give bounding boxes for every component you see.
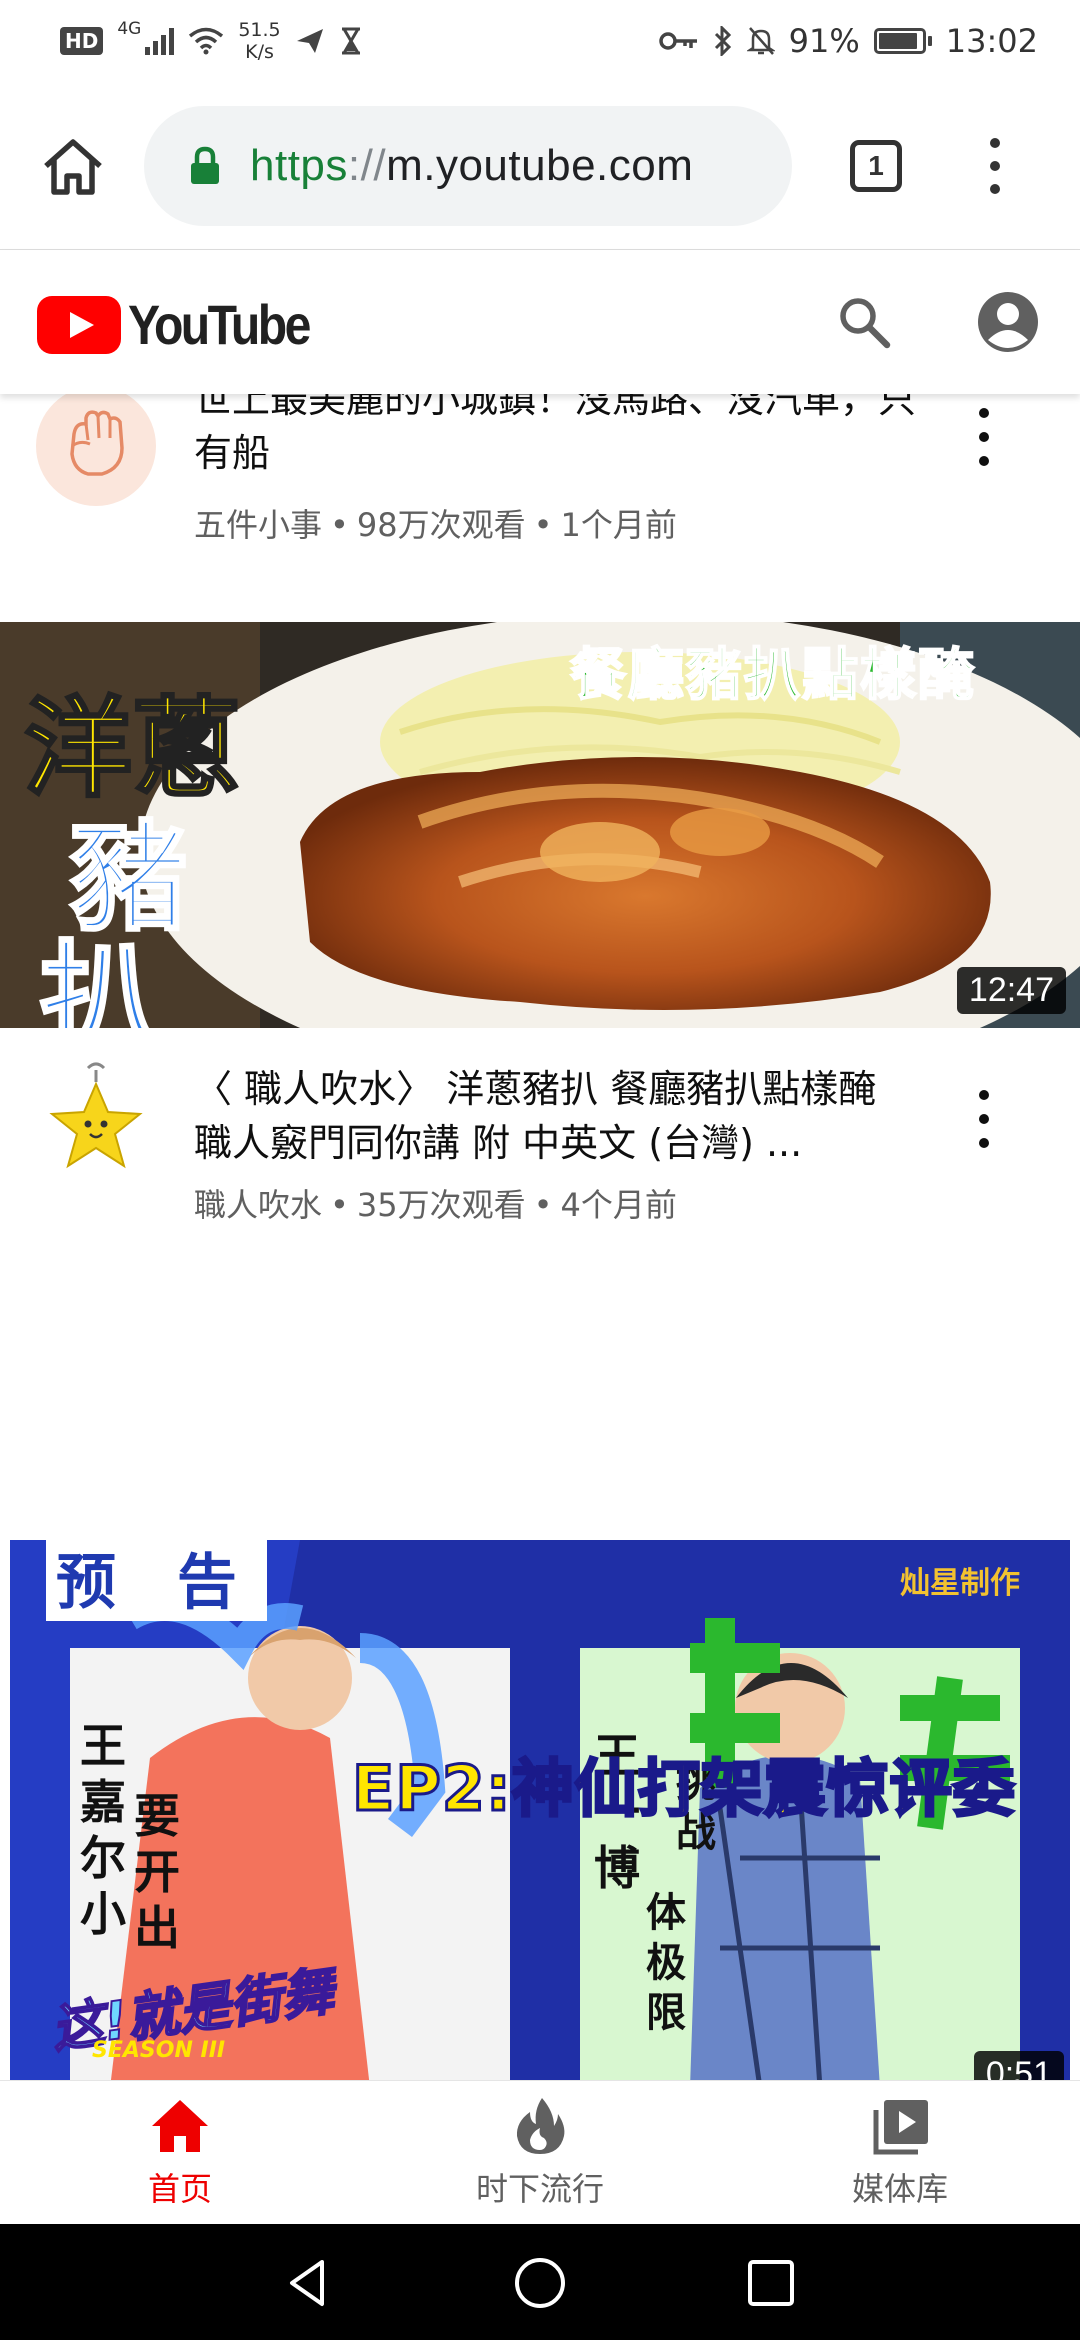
hd-badge: HD bbox=[60, 27, 104, 55]
video-subtitle: 五件小事 • 98万次观看 • 1个月前 bbox=[194, 500, 677, 546]
view-count: 98万次观看 bbox=[356, 506, 526, 544]
tab-switcher-button[interactable]: 1 bbox=[850, 140, 902, 192]
video-item[interactable]: 世上最美麗的小城鎮！沒馬路、沒汽車，只有船 五件小事 • 98万次观看 • 1个月前 bbox=[0, 394, 1080, 544]
video-title[interactable]: 世上最美麗的小城鎮！沒馬路、沒汽車，只有船 bbox=[194, 394, 924, 480]
thumbnail-left-text: 王嘉尔小 bbox=[80, 1719, 126, 1941]
meta-separator: • bbox=[533, 1186, 553, 1224]
hourglass-icon bbox=[341, 27, 360, 55]
channel-name[interactable]: 五件小事 bbox=[194, 506, 322, 544]
meta-separator: • bbox=[330, 1186, 349, 1224]
view-count: 35万次观看 bbox=[356, 1186, 526, 1224]
thumbnail-banner-text: 餐廳豬扒點樣醃 bbox=[569, 642, 976, 709]
rock-hand-icon bbox=[70, 410, 124, 476]
status-left: HD 4G 51.5 K/s bbox=[60, 19, 363, 63]
video-thumbnail[interactable]: 预 告 灿星制作 王嘉尔小 要开出 王一博 挑战 体极限 EP2:神仙打架震惊评… bbox=[0, 1528, 1080, 2080]
browser-home-icon[interactable] bbox=[40, 136, 106, 196]
thumbnail-season: SEASON III bbox=[92, 2038, 226, 2063]
thumbnail-headline: EP2:神仙打架震惊评委 bbox=[351, 1751, 1017, 1827]
nav-home[interactable]: 首页 bbox=[0, 2081, 360, 2224]
url-separator: :// bbox=[347, 141, 387, 190]
url-text: https://m.youtube.com bbox=[250, 141, 693, 191]
video-duration: 12:47 bbox=[956, 967, 1066, 1014]
thumbnail-corner-logo: 灿星制作 bbox=[900, 1566, 1020, 1601]
video-thumbnail[interactable]: 餐廳豬扒點樣醃 洋蔥 豬 扒 12:47 bbox=[0, 622, 1080, 1028]
video-title[interactable]: 〈 職人吹水〉 洋蔥豬扒 餐廳豬扒點樣醃 職人竅門同你講 附 中英文 (台灣) … bbox=[194, 1062, 924, 1170]
search-icon[interactable] bbox=[834, 292, 894, 352]
status-right: 91% 13:02 bbox=[658, 22, 1038, 60]
meta-separator: • bbox=[330, 506, 349, 544]
battery-icon bbox=[873, 28, 932, 54]
nav-library[interactable]: 媒体库 bbox=[720, 2081, 1080, 2224]
bluetooth-icon bbox=[714, 26, 731, 56]
video-item[interactable]: 〈 職人吹水〉 洋蔥豬扒 餐廳豬扒點樣醃 職人竅門同你講 附 中英文 (台灣) … bbox=[0, 1062, 1080, 1224]
upload-age: 1个月前 bbox=[560, 506, 677, 544]
battery-percent: 91% bbox=[788, 22, 860, 60]
nav-label: 时下流行 bbox=[475, 2169, 604, 2208]
back-icon[interactable] bbox=[282, 2256, 336, 2310]
youtube-logo-text: YouTube bbox=[128, 293, 311, 356]
channel-name[interactable]: 職人吹水 bbox=[194, 1186, 322, 1224]
mute-bell-icon bbox=[746, 27, 775, 55]
meta-separator: • bbox=[533, 506, 553, 544]
youtube-header: YouTube bbox=[0, 250, 1080, 394]
account-icon[interactable] bbox=[976, 290, 1040, 354]
browser-toolbar: https://m.youtube.com 1 bbox=[0, 82, 1080, 250]
speed-unit: K/s bbox=[245, 41, 274, 63]
thumbnail-big-text-3: 扒 bbox=[38, 928, 159, 1029]
home-circle-icon[interactable] bbox=[513, 2256, 567, 2310]
home-icon bbox=[152, 2099, 208, 2152]
android-navigation-bar bbox=[0, 2224, 1080, 2340]
upload-age: 4个月前 bbox=[560, 1186, 677, 1224]
library-icon bbox=[873, 2099, 928, 2154]
video-duration: 0:51 bbox=[973, 2051, 1064, 2080]
network-speed: 51.5 K/s bbox=[238, 19, 280, 63]
nav-label: 首页 bbox=[147, 2169, 212, 2208]
wifi-icon bbox=[189, 27, 224, 55]
video-menu-icon[interactable] bbox=[960, 402, 1008, 472]
recents-icon[interactable] bbox=[744, 2256, 798, 2310]
video-menu-icon[interactable] bbox=[960, 1084, 1008, 1154]
video-feed[interactable]: 世上最美麗的小城鎮！沒馬路、沒汽車，只有船 五件小事 • 98万次观看 • 1个月前 bbox=[0, 394, 1080, 2080]
address-bar[interactable]: https://m.youtube.com bbox=[144, 106, 792, 226]
thumbnail-right-text-3: 体极限 bbox=[646, 1890, 686, 2036]
trending-flame-icon bbox=[516, 2097, 565, 2154]
url-host: m.youtube.com bbox=[386, 141, 694, 190]
channel-avatar[interactable] bbox=[36, 1062, 156, 1182]
video-subtitle: 職人吹水 • 35万次观看 • 4个月前 bbox=[194, 1180, 677, 1226]
clock: 13:02 bbox=[945, 22, 1038, 60]
key-icon bbox=[658, 32, 697, 50]
youtube-play-logo-icon bbox=[37, 295, 121, 354]
youtube-logo[interactable]: YouTube bbox=[36, 292, 338, 357]
nav-trending[interactable]: 时下流行 bbox=[360, 2081, 720, 2224]
youtube-bottom-nav: 首页 时下流行 媒体库 bbox=[0, 2080, 1080, 2224]
thumbnail-tag: 预 告 bbox=[46, 1534, 267, 1621]
speed-value: 51.5 bbox=[238, 19, 281, 41]
status-bar: HD 4G 51.5 K/s 91% 13:02 bbox=[0, 0, 1080, 82]
lock-icon bbox=[191, 146, 219, 184]
nav-label: 媒体库 bbox=[851, 2169, 948, 2208]
signal-icon bbox=[145, 27, 175, 55]
thumbnail-left-text-2: 要开出 bbox=[134, 1789, 180, 1955]
network-type: 4G bbox=[117, 19, 142, 39]
send-icon bbox=[296, 29, 323, 53]
browser-menu-icon[interactable] bbox=[980, 138, 1010, 194]
star-mascot-icon bbox=[49, 1062, 143, 1169]
url-scheme: https bbox=[250, 141, 348, 190]
channel-avatar[interactable] bbox=[36, 394, 156, 506]
